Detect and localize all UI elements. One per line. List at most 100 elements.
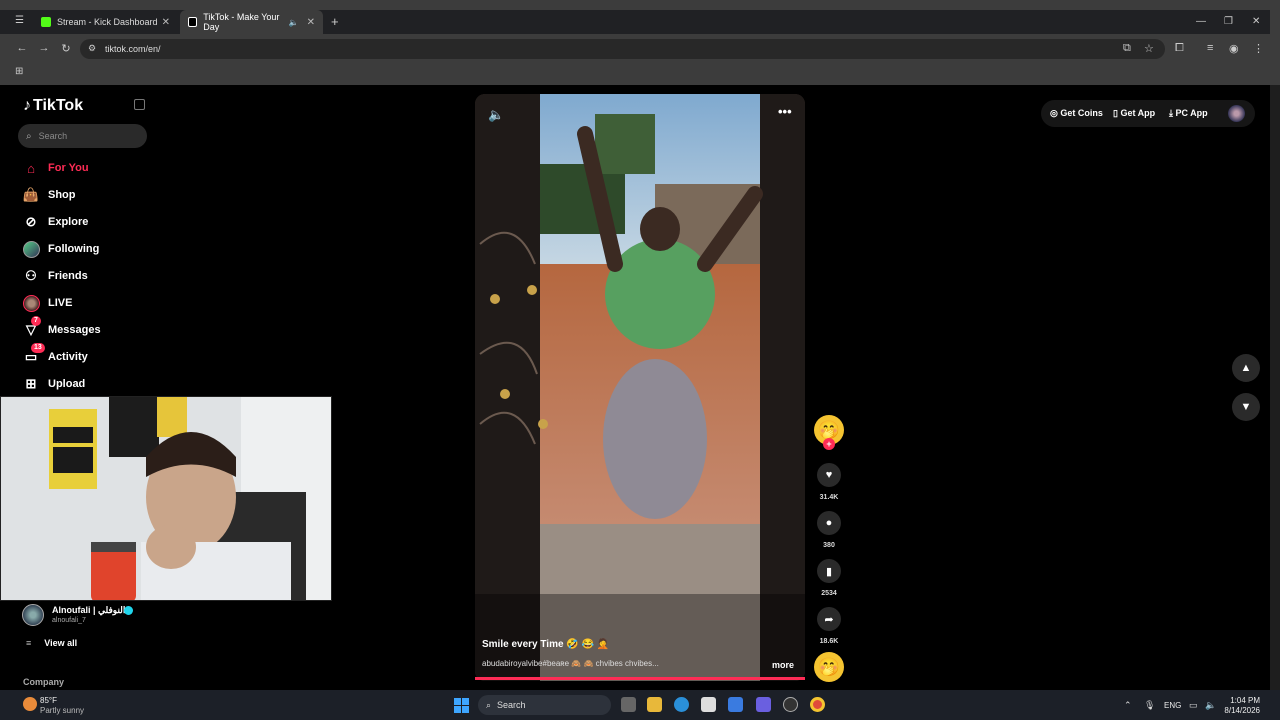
task-view-icon[interactable] — [621, 697, 636, 712]
sidebar-item-label: Shop — [48, 189, 76, 201]
mute-icon[interactable]: 🔈 — [488, 107, 504, 123]
comment-icon[interactable]: ● — [817, 511, 841, 535]
edge-icon[interactable] — [674, 697, 689, 712]
sidebar-item-explore[interactable]: ⊘ Explore — [22, 211, 89, 233]
mail-icon[interactable] — [728, 697, 743, 712]
sidebar-item-shop[interactable]: 👜 Shop — [22, 184, 76, 206]
input-language[interactable]: ENG — [1164, 701, 1181, 710]
restore-icon[interactable]: ❐ — [1224, 16, 1233, 27]
collapse-sidebar-icon[interactable] — [134, 99, 145, 110]
start-button[interactable] — [454, 698, 469, 713]
share-icon[interactable]: ➦ — [817, 607, 841, 631]
sidebar-item-label: For You — [48, 162, 89, 174]
search-icon: ⌕ — [26, 130, 32, 142]
account-avatar[interactable] — [22, 604, 44, 626]
weather-sun-icon[interactable] — [23, 697, 37, 711]
back-icon[interactable]: ← — [15, 42, 29, 54]
compass-icon: ⊘ — [25, 214, 37, 229]
sidebar-item-following[interactable]: Following — [22, 238, 99, 260]
sidebar-item-for-you[interactable]: ⌂ For You — [22, 157, 89, 179]
get-coins-button[interactable]: ◎ Get Coins — [1050, 108, 1103, 119]
url-input[interactable] — [80, 39, 1165, 59]
store-icon[interactable] — [701, 697, 716, 712]
chrome-icon[interactable] — [810, 697, 825, 712]
search-placeholder: Search — [38, 131, 68, 141]
media-controls-icon[interactable]: ≡ — [1207, 42, 1213, 54]
bookmark-star-icon[interactable]: ☆ — [1144, 42, 1154, 55]
video-player[interactable] — [475, 94, 805, 681]
search-icon: ⌕ — [486, 699, 492, 710]
tab-tiktok[interactable]: TikTok - Make Your Day 🔈 ✕ — [180, 10, 323, 34]
list-icon: ≡ — [26, 638, 32, 648]
follow-plus-icon[interactable]: + — [823, 438, 835, 450]
tiktok-logo[interactable]: ♪ TikTok — [23, 97, 83, 115]
minimize-icon[interactable]: — — [1196, 16, 1206, 27]
get-app-button[interactable]: ▯ Get App — [1113, 108, 1155, 119]
video-options-icon[interactable]: ••• — [778, 104, 792, 119]
windows-taskbar — [0, 690, 1280, 720]
network-icon[interactable]: ▭ — [1189, 700, 1198, 711]
install-app-icon[interactable]: ⧉ — [1123, 42, 1131, 55]
new-tab-button[interactable]: + — [331, 14, 339, 29]
get-app-label: Get App — [1120, 108, 1156, 118]
video-hashtags[interactable]: abudabiroyalvibe#beaʀe 🙈 🙈 chvibes chvib… — [482, 659, 659, 668]
taskbar-search[interactable]: ⌕ Search — [478, 695, 611, 715]
sidebar-item-messages[interactable]: ▽ 7 Messages — [22, 316, 101, 341]
webcam-overlay — [0, 396, 332, 601]
account-name[interactable]: Alnoufali | النوفلي — [52, 605, 125, 616]
clock-time[interactable]: 1:04 PM — [1226, 696, 1260, 705]
user-avatar[interactable] — [1228, 105, 1245, 122]
page-scrollbar[interactable] — [1270, 85, 1280, 690]
weather-description[interactable]: Partly sunny — [40, 706, 84, 715]
clock-date[interactable]: 8/14/2026 — [1216, 706, 1260, 715]
close-window-icon[interactable]: ✕ — [1252, 16, 1260, 27]
tab-kick-dashboard[interactable]: Stream - Kick Dashboard ✕ — [33, 10, 178, 34]
video-caption: Smile every Time 🤣 😂 🤦 — [482, 639, 610, 650]
more-link[interactable]: more — [772, 660, 794, 670]
person-green-shirt — [605, 239, 715, 349]
sidebar-item-label: LIVE — [48, 297, 73, 309]
sidebar-item-label: Explore — [48, 216, 89, 228]
pc-app-button[interactable]: ⤓ PC App — [1169, 108, 1208, 119]
tab-search-icon[interactable]: ☰ — [15, 15, 24, 26]
tiktok-note-icon: ♪ — [23, 97, 31, 114]
audio-playing-icon[interactable]: 🔈 — [289, 18, 299, 27]
bookmark-icon[interactable]: ▮ — [817, 559, 841, 583]
sidebar-item-live[interactable]: LIVE — [22, 292, 72, 314]
next-video-button[interactable]: ▼ — [1232, 393, 1260, 421]
obs-icon[interactable] — [783, 697, 798, 712]
sidebar-item-label: Activity — [48, 351, 88, 363]
forward-icon[interactable]: → — [37, 42, 51, 54]
menu-kebab-icon[interactable]: ⋮ — [1253, 42, 1264, 55]
weather-temperature[interactable]: 85°F — [40, 696, 57, 705]
reload-icon[interactable]: ↻ — [59, 42, 73, 55]
account-handle: alnoufali_7 — [52, 617, 86, 624]
sidebar-item-activity[interactable]: ▭ 13 Activity — [22, 343, 88, 368]
sidebar-item-upload[interactable]: ⊞ Upload — [22, 373, 86, 395]
tiktok-favicon-icon — [188, 17, 198, 27]
apps-grid-icon[interactable]: ⊞ — [15, 66, 23, 77]
view-all-button[interactable]: ≡ View all — [26, 638, 77, 648]
previous-video-button[interactable]: ▲ — [1232, 354, 1260, 382]
microphone-icon[interactable]: 🎙 — [1144, 700, 1155, 711]
close-tab-icon[interactable]: ✕ — [307, 17, 315, 28]
search-input[interactable]: ⌕ Search — [18, 124, 147, 148]
url-text: tiktok.com/en/ — [105, 44, 161, 54]
discord-icon[interactable] — [756, 697, 771, 712]
site-info-icon[interactable]: ⚙ — [88, 43, 96, 54]
shopping-bag-icon: 👜 — [22, 187, 40, 202]
volume-icon[interactable]: 🔈 — [1205, 700, 1216, 711]
tray-overflow-icon[interactable]: ⌃ — [1124, 700, 1132, 711]
like-icon[interactable]: ♥ — [817, 463, 841, 487]
extensions-icon[interactable]: ⧠ — [1175, 42, 1184, 55]
sidebar-item-friends[interactable]: ⚇ Friends — [22, 265, 88, 287]
company-link[interactable]: Company — [23, 677, 64, 687]
sound-disc-icon[interactable]: 🤭 — [814, 652, 844, 682]
activity-badge: 13 — [31, 343, 45, 353]
video-progress-bar[interactable] — [475, 677, 805, 680]
live-icon — [22, 294, 40, 312]
profile-icon[interactable]: ◉ — [1229, 42, 1239, 55]
like-count: 31.4K — [819, 494, 839, 501]
close-tab-icon[interactable]: ✕ — [162, 17, 170, 28]
file-explorer-icon[interactable] — [647, 697, 662, 712]
